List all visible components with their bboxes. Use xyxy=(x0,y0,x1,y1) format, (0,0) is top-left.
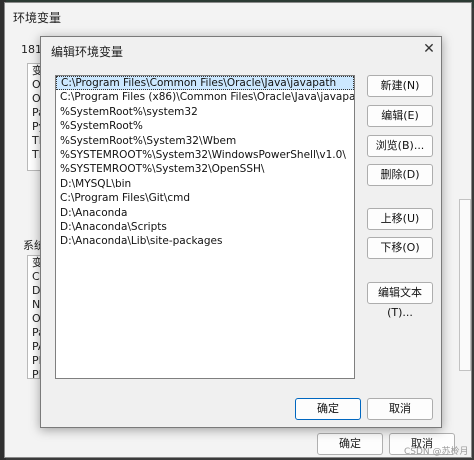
path-list[interactable]: C:\Program Files\Common Files\Oracle\Jav… xyxy=(55,75,355,379)
parent-dialog-title: 环境变量 xyxy=(13,11,62,25)
path-item[interactable]: D:\Anaconda\Lib\site-packages xyxy=(56,234,354,248)
move-down-button[interactable]: 下移(O) xyxy=(367,237,433,259)
path-item[interactable]: %SystemRoot% xyxy=(56,119,354,133)
dialog-title: 编辑环境变量 xyxy=(51,45,124,59)
edit-environment-variable-dialog: 编辑环境变量 ✕ C:\Program Files\Common Files\O… xyxy=(40,36,442,428)
edit-button[interactable]: 编辑(E) xyxy=(367,105,433,127)
watermark: CSDN @苏柃月 xyxy=(404,447,469,457)
close-icon[interactable]: ✕ xyxy=(421,41,437,57)
path-item[interactable]: C:\Program Files\Common Files\Oracle\Jav… xyxy=(56,76,354,91)
path-item[interactable]: D:\Anaconda xyxy=(56,206,354,220)
path-item[interactable]: D:\MYSQL\bin xyxy=(56,177,354,191)
path-item[interactable]: %SystemRoot%\system32 xyxy=(56,105,354,119)
browse-button[interactable]: 浏览(B)... xyxy=(367,135,433,157)
path-item[interactable]: %SystemRoot%\System32\Wbem xyxy=(56,134,354,148)
path-item[interactable]: D:\Anaconda\Scripts xyxy=(56,220,354,234)
parent-scrollbar[interactable] xyxy=(459,199,471,371)
ok-button[interactable]: 确定 xyxy=(295,398,361,420)
delete-button[interactable]: 删除(D) xyxy=(367,164,433,186)
path-item[interactable]: %SYSTEMROOT%\System32\OpenSSH\ xyxy=(56,162,354,176)
path-item[interactable]: %SYSTEMROOT%\System32\WindowsPowerShell\… xyxy=(56,148,354,162)
parent-ok-button[interactable]: 确定 xyxy=(317,433,383,455)
path-item[interactable]: C:\Program Files\Git\cmd xyxy=(56,191,354,205)
edit-text-button[interactable]: 编辑文本(T)... xyxy=(367,282,433,319)
new-button[interactable]: 新建(N) xyxy=(367,75,433,97)
path-item[interactable]: C:\Program Files (x86)\Common Files\Orac… xyxy=(56,90,354,104)
move-up-button[interactable]: 上移(U) xyxy=(367,208,433,230)
cancel-button[interactable]: 取消 xyxy=(367,398,433,420)
